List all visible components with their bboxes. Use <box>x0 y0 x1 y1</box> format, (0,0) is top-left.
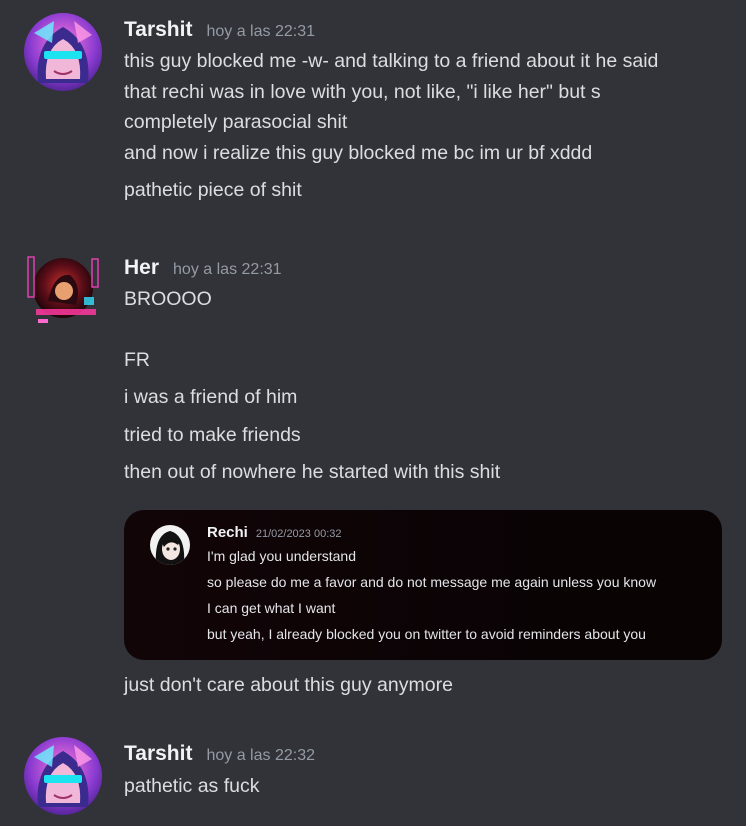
message-text: this guy blocked me -w- and talking to a… <box>124 50 659 72</box>
message-text: then out of nowhere he started with this… <box>124 461 501 483</box>
message-text: tried to make friends <box>124 424 301 446</box>
message-text: completely parasocial shit <box>124 111 348 133</box>
quoted-username: Rechi <box>207 524 248 541</box>
quoted-text: I can get what I want <box>207 600 336 616</box>
message-text: and now i realize this guy blocked me bc… <box>124 142 593 164</box>
message-text: pathetic piece of shit <box>124 179 302 201</box>
username[interactable]: Tarshit <box>124 742 192 766</box>
timestamp: hoy a las 22:31 <box>206 23 315 40</box>
quoted-timestamp: 21/02/2023 00:32 <box>255 528 342 540</box>
message-text: just don't care about this guy anymore <box>124 674 453 696</box>
timestamp: hoy a las 22:31 <box>173 261 282 278</box>
quoted-text: I'm glad you understand <box>207 548 356 564</box>
message-text: BROOOO <box>124 288 212 310</box>
message-text: pathetic as fuck <box>124 775 260 797</box>
message-header: Her hoy a las 22:31 <box>124 256 282 280</box>
quoted-text: so please do me a favor and do not messa… <box>207 574 657 590</box>
timestamp: hoy a las 22:32 <box>206 747 315 764</box>
message-header: Tarshit hoy a las 22:32 <box>124 742 315 766</box>
screenshot-attachment[interactable]: Rechi 21/02/2023 00:32 I'm glad you unde… <box>124 510 722 660</box>
quoted-avatar <box>150 525 190 565</box>
message-header: Tarshit hoy a las 22:31 <box>124 18 315 42</box>
message-text: i was a friend of him <box>124 386 298 408</box>
quoted-header: Rechi 21/02/2023 00:32 <box>207 524 342 541</box>
quoted-text: but yeah, I already blocked you on twitt… <box>207 626 646 642</box>
avatar[interactable] <box>24 737 102 815</box>
message-text: that rechi was in love with you, not lik… <box>124 81 601 103</box>
avatar[interactable] <box>24 251 102 329</box>
message-text: FR <box>124 349 150 371</box>
username[interactable]: Her <box>124 256 159 280</box>
avatar[interactable] <box>24 13 102 91</box>
username[interactable]: Tarshit <box>124 18 192 42</box>
